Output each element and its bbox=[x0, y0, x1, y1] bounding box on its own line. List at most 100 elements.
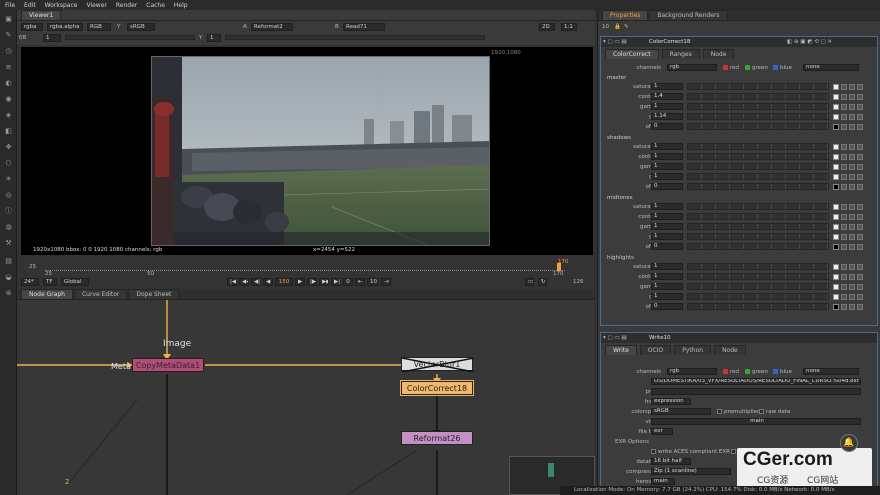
tab-node-cc[interactable]: Node bbox=[702, 49, 735, 59]
shadows-gain-option-icon-1[interactable] bbox=[849, 174, 855, 180]
master-gain-option-icon-1[interactable] bbox=[849, 114, 855, 120]
tab-write[interactable]: Write bbox=[605, 345, 637, 355]
highlights-saturation-input[interactable]: 1 bbox=[651, 263, 683, 270]
shadows-offset-option-icon-0[interactable] bbox=[841, 184, 847, 190]
node-colorcorrect[interactable]: ColorCorrect18 bbox=[400, 380, 474, 396]
midtones-saturation-slider[interactable] bbox=[687, 203, 829, 210]
tab-curve-editor[interactable]: Curve Editor bbox=[73, 289, 128, 299]
play-icon[interactable]: ▶ bbox=[295, 278, 305, 286]
keyer-tool-icon[interactable]: ◈ bbox=[3, 110, 14, 119]
shadows-offset-color-swatch[interactable] bbox=[833, 184, 839, 190]
write-green-checkbox[interactable] bbox=[745, 369, 750, 374]
master-contrast-option-icon-2[interactable] bbox=[857, 94, 863, 100]
datatype-dropdown[interactable]: 16 bit half bbox=[651, 458, 691, 465]
cara-tool-icon[interactable]: ◒ bbox=[3, 272, 14, 281]
menu-render[interactable]: Render bbox=[116, 2, 137, 9]
compression-dropdown[interactable]: Zip (1 scanline) bbox=[651, 468, 731, 475]
midtones-gain-slider[interactable] bbox=[687, 233, 829, 240]
shadows-gain-slider[interactable] bbox=[687, 173, 829, 180]
highlights-contrast-color-swatch[interactable] bbox=[833, 274, 839, 280]
master-gamma-color-swatch[interactable] bbox=[833, 104, 839, 110]
fps-dropdown[interactable]: 24* bbox=[21, 278, 39, 286]
loop-icon[interactable]: ↻ bbox=[538, 278, 547, 286]
gain-slider[interactable] bbox=[65, 35, 195, 40]
shadows-contrast-input[interactable]: 1 bbox=[651, 153, 683, 160]
highlights-gain-option-icon-0[interactable] bbox=[841, 294, 847, 300]
current-frame-field[interactable]: 150 bbox=[275, 278, 293, 286]
premultiplied-checkbox[interactable] bbox=[717, 409, 722, 414]
midtones-gamma-color-swatch[interactable] bbox=[833, 224, 839, 230]
draw-tool-icon[interactable]: ✎ bbox=[3, 30, 14, 39]
midtones-contrast-option-icon-2[interactable] bbox=[857, 214, 863, 220]
playhead[interactable] bbox=[557, 263, 561, 271]
midtones-offset-option-icon-0[interactable] bbox=[841, 244, 847, 250]
other-tool-icon[interactable]: ⚒ bbox=[3, 238, 14, 247]
shadows-gain-option-icon-2[interactable] bbox=[857, 174, 863, 180]
highlights-contrast-option-icon-1[interactable] bbox=[849, 274, 855, 280]
midtones-saturation-option-icon-2[interactable] bbox=[857, 204, 863, 210]
viewer-canvas[interactable]: 1920,1080 1920x1080 bbox: 0 0 1920 1080 … bbox=[21, 47, 593, 255]
master-offset-option-icon-2[interactable] bbox=[857, 124, 863, 130]
highlights-gamma-option-icon-2[interactable] bbox=[857, 284, 863, 290]
master-gain-input[interactable]: 1.14 bbox=[651, 113, 683, 120]
write-name[interactable]: Write10 bbox=[649, 335, 671, 341]
autocrop-checkbox[interactable] bbox=[731, 449, 736, 454]
timeline-ruler[interactable] bbox=[45, 265, 565, 271]
master-contrast-slider[interactable] bbox=[687, 93, 829, 100]
shadows-contrast-option-icon-0[interactable] bbox=[841, 154, 847, 160]
highlights-offset-input[interactable]: 0 bbox=[651, 303, 683, 310]
section-midtones[interactable]: midtones bbox=[607, 195, 633, 201]
properties-count[interactable]: 10 bbox=[602, 24, 609, 30]
colorspace-dropdown[interactable]: sRGB bbox=[651, 408, 711, 415]
transform-tool-icon[interactable]: ✥ bbox=[3, 142, 14, 151]
shadows-offset-option-icon-2[interactable] bbox=[857, 184, 863, 190]
tab-ranges[interactable]: Ranges bbox=[661, 49, 700, 59]
heroview-dropdown[interactable]: main bbox=[651, 478, 675, 485]
views-dropdown[interactable]: main bbox=[651, 418, 861, 425]
master-contrast-input[interactable]: 1.4 bbox=[651, 93, 683, 100]
midtones-contrast-option-icon-0[interactable] bbox=[841, 214, 847, 220]
play-back-icon[interactable]: ◀ bbox=[263, 278, 273, 286]
filter-tool-icon[interactable]: ◉ bbox=[3, 94, 14, 103]
master-gain-option-icon-0[interactable] bbox=[841, 114, 847, 120]
channel-tool-icon[interactable]: ≡ bbox=[3, 62, 14, 71]
shadows-gain-input[interactable]: 1 bbox=[651, 173, 683, 180]
highlights-gamma-input[interactable]: 1 bbox=[651, 283, 683, 290]
write-channels-dropdown[interactable]: rgb bbox=[667, 368, 717, 375]
menu-workspace[interactable]: Workspace bbox=[45, 2, 78, 9]
master-saturation-option-icon-1[interactable] bbox=[849, 84, 855, 90]
lock-icon[interactable]: 🔒 bbox=[614, 24, 621, 30]
a-input-dropdown[interactable]: Reformat2 bbox=[251, 23, 293, 31]
tab-background-renders[interactable]: Background Renders bbox=[649, 10, 728, 20]
node-copymetadata[interactable]: CopyMetaData1 bbox=[132, 358, 204, 372]
section-shadows[interactable]: shadows bbox=[607, 135, 631, 141]
highlights-gamma-color-swatch[interactable] bbox=[833, 284, 839, 290]
shadows-gain-color-swatch[interactable] bbox=[833, 174, 839, 180]
shadows-gamma-slider[interactable] bbox=[687, 163, 829, 170]
particles-tool-icon[interactable]: ✳ bbox=[3, 174, 14, 183]
shadows-offset-input[interactable]: 0 bbox=[651, 183, 683, 190]
gamma-slider[interactable] bbox=[225, 35, 485, 40]
node-reformat[interactable]: Reformat26 bbox=[401, 431, 473, 445]
midtones-gain-option-icon-2[interactable] bbox=[857, 234, 863, 240]
channels-none-dropdown[interactable]: none bbox=[803, 64, 859, 71]
shadows-saturation-input[interactable]: 1 bbox=[651, 143, 683, 150]
prev-frame-icon[interactable]: ◀| bbox=[251, 278, 261, 286]
midtones-saturation-input[interactable]: 1 bbox=[651, 203, 683, 210]
merge-tool-icon[interactable]: ◧ bbox=[3, 126, 14, 135]
menu-viewer[interactable]: Viewer bbox=[86, 2, 106, 9]
toolsets-tool-icon[interactable]: ◍ bbox=[3, 222, 14, 231]
highlights-contrast-option-icon-2[interactable] bbox=[857, 274, 863, 280]
tab-node-write[interactable]: Node bbox=[714, 345, 746, 355]
file-path-input[interactable]: OS/DOMESTIKA/03_VFX/RESULTADOS/RESULTADO… bbox=[651, 378, 861, 385]
section-highlights[interactable]: highlights bbox=[607, 255, 634, 261]
midtones-gamma-option-icon-0[interactable] bbox=[841, 224, 847, 230]
first-frame-icon[interactable]: |◀ bbox=[227, 278, 237, 286]
midtones-offset-option-icon-2[interactable] bbox=[857, 244, 863, 250]
master-offset-input[interactable]: 0 bbox=[651, 123, 683, 130]
master-gain-option-icon-2[interactable] bbox=[857, 114, 863, 120]
shadows-contrast-color-swatch[interactable] bbox=[833, 154, 839, 160]
midtones-gain-input[interactable]: 1 bbox=[651, 233, 683, 240]
midtones-gain-option-icon-1[interactable] bbox=[849, 234, 855, 240]
highlights-gamma-slider[interactable] bbox=[687, 283, 829, 290]
